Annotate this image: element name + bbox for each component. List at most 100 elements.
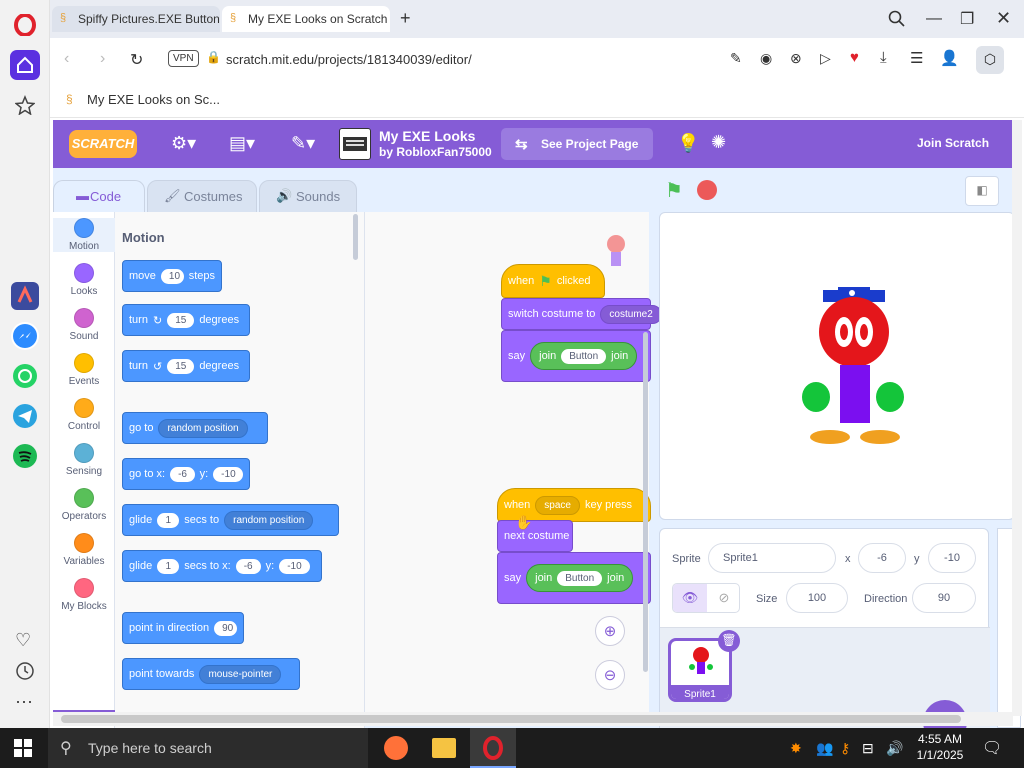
category-operators[interactable]: Operators — [53, 488, 115, 522]
block-go-to-xy[interactable]: go to x: -6 y: -10 — [122, 458, 250, 490]
stage[interactable] — [659, 212, 1015, 520]
url-bar[interactable]: VPN 🔒 scratch.mit.edu/projects/181340039… — [166, 44, 586, 74]
tutorials-icon[interactable]: ✺ — [711, 132, 726, 153]
category-motion[interactable]: Motion — [53, 218, 115, 252]
file-menu-icon[interactable]: ▤▾ — [229, 133, 255, 154]
zoom-out-icon[interactable]: ⊖ — [595, 660, 625, 690]
tray-app-icon[interactable]: ✸ — [790, 740, 802, 757]
delete-trash-icon[interactable]: 🗑 — [718, 630, 740, 652]
taskbar-search[interactable]: ⚲ Type here to search — [48, 728, 368, 768]
tray-key-icon[interactable]: ⚷ — [840, 740, 850, 757]
volume-icon[interactable]: 🔊 — [886, 740, 903, 757]
page-vertical-scrollbar[interactable] — [1012, 120, 1022, 716]
home-icon[interactable] — [10, 50, 40, 80]
heart-icon[interactable]: ♡ — [15, 630, 35, 650]
edit-icon[interactable]: ✎ — [730, 50, 742, 67]
page-horizontal-scrollbar[interactable] — [53, 712, 1013, 726]
operator-join[interactable]: join Button join — [526, 564, 634, 592]
join-scratch-link[interactable]: Join Scratch — [917, 136, 989, 150]
block-move-steps[interactable]: move 10 steps — [122, 260, 222, 292]
direction-input[interactable]: 90 — [912, 583, 976, 613]
opera-logo-icon[interactable] — [14, 14, 36, 36]
stop-icon[interactable] — [697, 180, 717, 200]
clock-date[interactable]: 1/1/2025 — [912, 748, 968, 762]
easy-setup-icon[interactable]: ☰ — [910, 49, 923, 67]
scratch-logo[interactable]: SCRATCH — [69, 130, 137, 158]
y-input[interactable]: -10 — [928, 543, 976, 573]
show-eye-icon[interactable]: 👁 — [673, 584, 707, 612]
tray-people-icon[interactable]: 👥 — [816, 740, 833, 757]
block-glide-random[interactable]: glide 1 secs to random position — [122, 504, 339, 536]
notifications-icon[interactable]: 🗨 — [982, 738, 1002, 758]
category-sound[interactable]: Sound — [53, 308, 115, 342]
adblock-icon[interactable]: ⊗ — [790, 50, 802, 67]
extension-cube-icon[interactable]: ⬡ — [976, 46, 1004, 74]
project-title[interactable]: My EXE Looks — [379, 128, 475, 144]
category-sensing[interactable]: Sensing — [53, 443, 115, 477]
block-say[interactable]: say join Button join — [497, 552, 651, 604]
settings-gear-icon[interactable]: ⚙▾ — [171, 133, 196, 154]
heart-filled-icon[interactable]: ♥ — [850, 49, 859, 66]
hide-eye-icon[interactable]: ⊘ — [707, 584, 739, 612]
horizontal-scroll-thumb[interactable] — [61, 715, 961, 723]
small-stage-icon[interactable]: ◧ — [965, 176, 999, 206]
aria-ai-icon[interactable] — [11, 282, 39, 310]
network-icon[interactable]: ⊟ — [862, 740, 874, 757]
opera-taskbar-button[interactable] — [470, 728, 516, 768]
block-switch-costume[interactable]: switch costume to costume2 — [501, 298, 662, 330]
tab-costumes[interactable]: 🖌 Costumes — [147, 180, 257, 214]
close-icon[interactable]: ✕ — [996, 8, 1011, 29]
messenger-icon[interactable] — [11, 322, 39, 350]
tab-code[interactable]: ▬ Code — [53, 180, 145, 214]
category-looks[interactable]: Looks — [53, 263, 115, 297]
new-tab-icon[interactable]: + — [400, 8, 411, 29]
file-explorer-icon[interactable] — [432, 738, 456, 758]
edit-menu-icon[interactable]: ✎▾ — [291, 133, 315, 154]
zoom-in-icon[interactable]: ⊕ — [595, 616, 625, 646]
tab-sounds[interactable]: 🔊 Sounds — [259, 180, 357, 214]
palette-scrollbar[interactable] — [353, 214, 358, 260]
more-icon[interactable]: ⋯ — [15, 692, 35, 712]
reload-icon[interactable]: ↻ — [130, 50, 143, 70]
history-icon[interactable] — [15, 661, 35, 681]
browser-tab-active[interactable]: § My EXE Looks on Scratch — [222, 6, 390, 32]
profile-icon[interactable]: 👤 — [940, 49, 959, 67]
spotify-icon[interactable] — [11, 442, 39, 470]
block-go-to[interactable]: go to random position — [122, 412, 268, 444]
telegram-icon[interactable] — [11, 402, 39, 430]
x-input[interactable]: -6 — [858, 543, 906, 573]
pinboard-icon[interactable] — [15, 95, 35, 115]
category-events[interactable]: Events — [53, 353, 115, 387]
block-next-costume[interactable]: next costume — [497, 520, 573, 552]
sprite-character[interactable] — [800, 287, 910, 457]
block-point-towards[interactable]: point towards mouse-pointer — [122, 658, 300, 690]
green-flag-icon[interactable]: ⚑ — [665, 178, 683, 203]
size-input[interactable]: 100 — [786, 583, 848, 613]
camera-icon[interactable]: ◉ — [760, 50, 772, 67]
forward-icon[interactable]: › — [100, 50, 105, 68]
windows-start-icon[interactable] — [14, 739, 32, 757]
clock-time[interactable]: 4:55 AM — [912, 732, 968, 746]
block-say[interactable]: say join Button join — [501, 330, 651, 382]
block-glide-xy[interactable]: glide 1 secs to x: -6 y: -10 — [122, 550, 322, 582]
search-tabs-icon[interactable] — [888, 10, 906, 28]
block-turn-right[interactable]: turn ↻ 15 degrees — [122, 304, 250, 336]
restore-icon[interactable]: ❐ — [960, 9, 974, 29]
send-icon[interactable]: ▷ — [820, 50, 831, 67]
see-project-page-button[interactable]: ⇆ See Project Page — [501, 128, 653, 160]
category-variables[interactable]: Variables — [53, 533, 115, 567]
firefox-icon[interactable] — [384, 736, 408, 760]
project-author[interactable]: by RobloxFan75000 — [379, 145, 492, 159]
vpn-badge[interactable]: VPN — [168, 50, 199, 67]
workspace-scrollbar[interactable] — [643, 332, 648, 672]
block-point-direction[interactable]: point in direction 90 — [122, 612, 244, 644]
block-turn-left[interactable]: turn ↺ 15 degrees — [122, 350, 250, 382]
back-icon[interactable]: ‹ — [64, 50, 69, 68]
minimize-icon[interactable]: — — [926, 10, 942, 28]
operator-join[interactable]: join Button join — [530, 342, 638, 370]
whatsapp-icon[interactable] — [11, 362, 39, 390]
hat-when-flag-clicked[interactable]: when ⚑ clicked — [501, 264, 605, 298]
category-control[interactable]: Control — [53, 398, 115, 432]
theme-bulb-icon[interactable]: 💡 — [677, 133, 699, 154]
bookmark-title[interactable]: My EXE Looks on Sc... — [87, 92, 220, 107]
